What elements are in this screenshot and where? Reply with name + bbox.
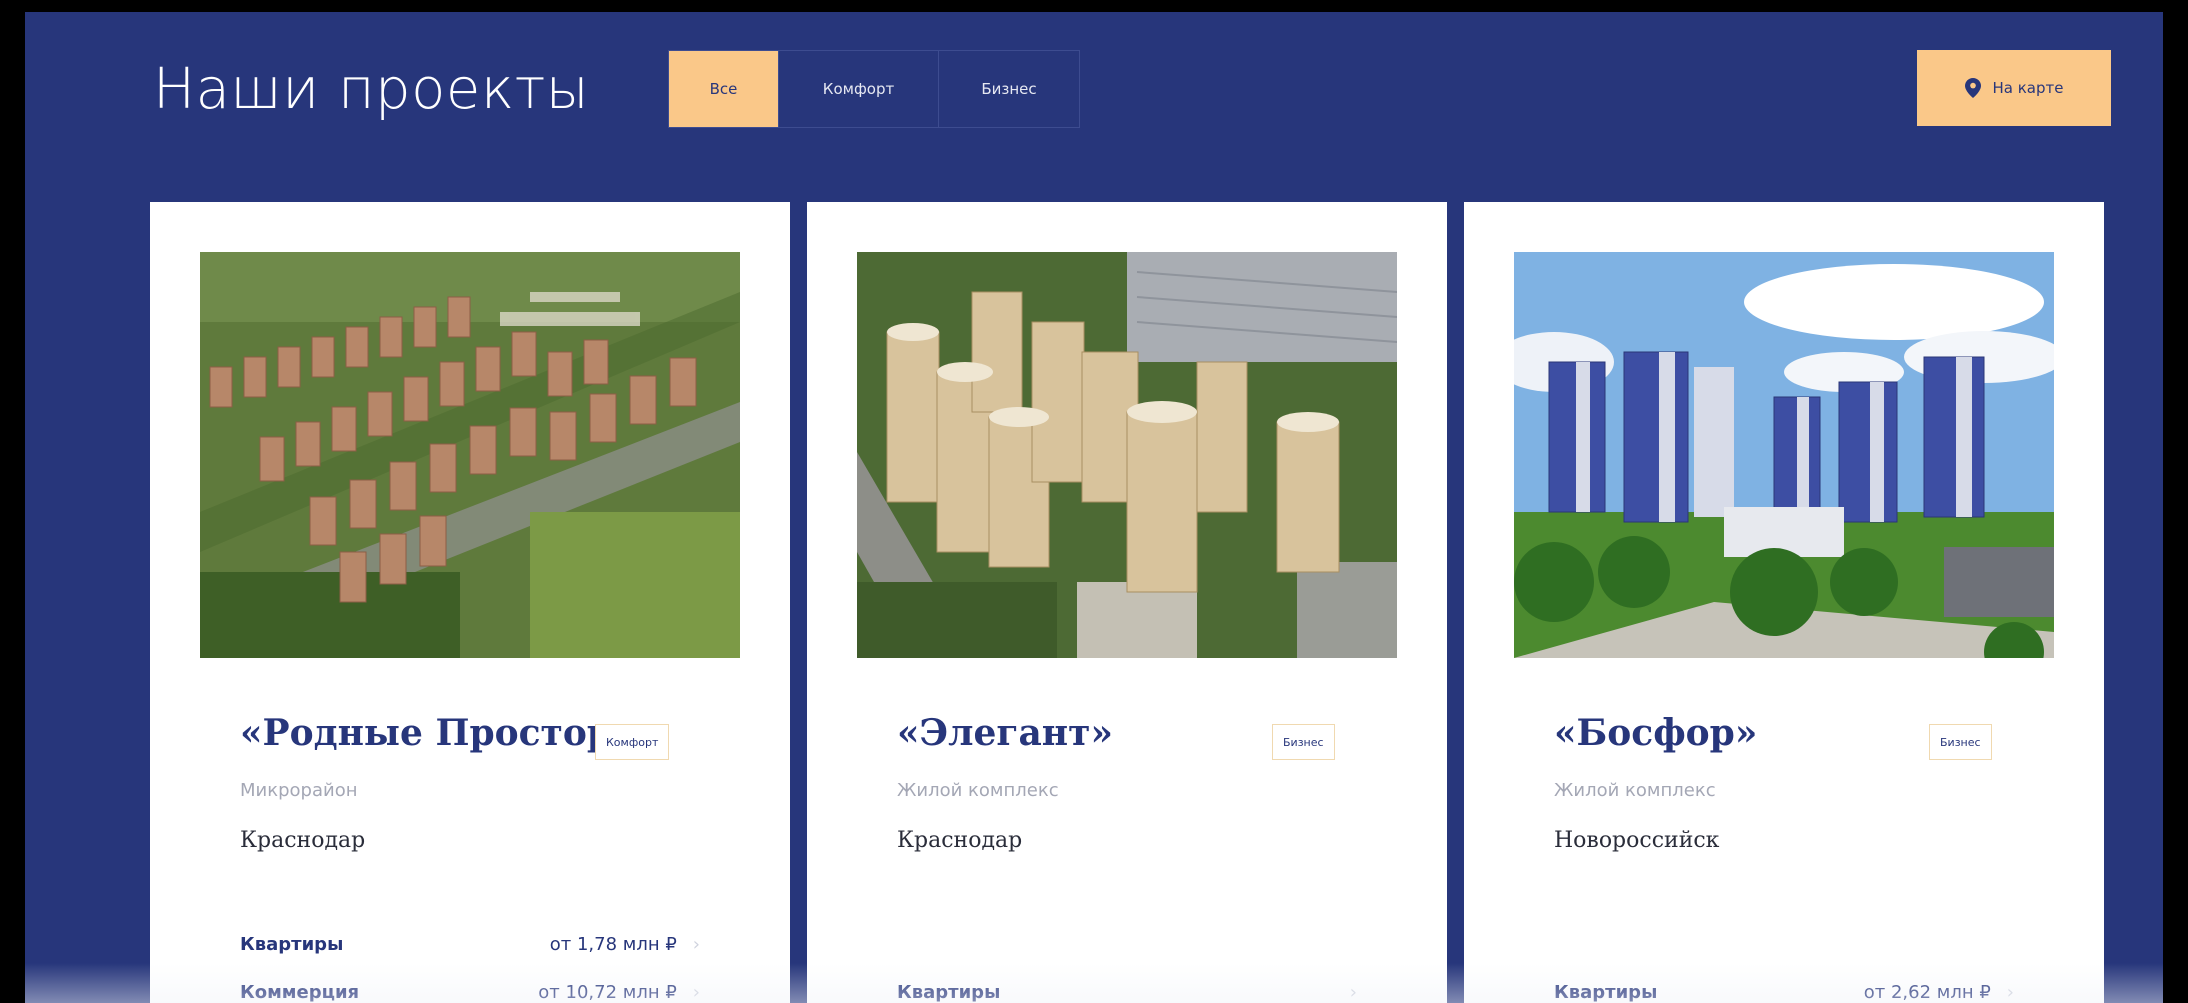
filter-tabs: Все Комфорт Бизнес bbox=[668, 50, 1080, 128]
project-city: Краснодар bbox=[897, 828, 1023, 853]
offer-row-apartments[interactable]: Квартиры › bbox=[897, 976, 1357, 1003]
tab-comfort[interactable]: Комфорт bbox=[779, 51, 939, 127]
chevron-right-icon: › bbox=[1349, 981, 1357, 1003]
project-image[interactable] bbox=[1514, 252, 2054, 658]
offer-price: от 10,72 млн ₽ bbox=[538, 981, 677, 1003]
project-image[interactable] bbox=[857, 252, 1397, 658]
project-type: Жилой комплекс bbox=[897, 780, 1059, 801]
tab-all[interactable]: Все bbox=[669, 51, 779, 127]
project-image[interactable] bbox=[200, 252, 740, 658]
category-badge: Бизнес bbox=[1272, 724, 1335, 760]
project-title[interactable]: «Элегант» bbox=[897, 712, 1113, 755]
project-type: Жилой комплекс bbox=[1554, 780, 1716, 801]
project-city: Новороссийск bbox=[1554, 828, 1720, 853]
category-badge: Бизнес bbox=[1929, 724, 1992, 760]
tab-business[interactable]: Бизнес bbox=[939, 51, 1079, 127]
chevron-right-icon: › bbox=[692, 933, 700, 955]
project-card-rodnye-prostory[interactable]: «Родные Просторы» Комфорт Микрорайон Кра… bbox=[150, 202, 790, 1003]
page-title: Наши проекты bbox=[153, 57, 590, 122]
category-badge: Комфорт bbox=[595, 724, 670, 760]
offer-label: Квартиры bbox=[897, 981, 1001, 1003]
offer-row-apartments[interactable]: Квартиры от 2,62 млн ₽ › bbox=[1554, 976, 2014, 1003]
project-title[interactable]: «Босфор» bbox=[1554, 712, 1757, 755]
chevron-right-icon: › bbox=[2006, 981, 2014, 1003]
chevron-right-icon: › bbox=[692, 981, 700, 1003]
offer-label: Коммерция bbox=[240, 981, 360, 1003]
project-type: Микрорайон bbox=[240, 780, 358, 801]
map-pin-icon bbox=[1964, 78, 1981, 98]
offer-price: от 1,78 млн ₽ bbox=[549, 933, 677, 955]
project-card-elegant[interactable]: «Элегант» Бизнес Жилой комплекс Краснода… bbox=[807, 202, 1447, 1003]
project-city: Краснодар bbox=[240, 828, 366, 853]
offer-price: от 2,62 млн ₽ bbox=[1863, 981, 1991, 1003]
offer-row-commercial[interactable]: Коммерция от 10,72 млн ₽ › bbox=[240, 976, 700, 1003]
offer-label: Квартиры bbox=[1554, 981, 1658, 1003]
project-card-bosfor[interactable]: «Босфор» Бизнес Жилой комплекс Новоросси… bbox=[1464, 202, 2104, 1003]
map-button-label: На карте bbox=[1992, 79, 2064, 97]
map-button[interactable]: На карте bbox=[1917, 50, 2111, 126]
offer-row-apartments[interactable]: Квартиры от 1,78 млн ₽ › bbox=[240, 928, 700, 960]
offer-label: Квартиры bbox=[240, 933, 344, 955]
projects-section: Наши проекты Все Комфорт Бизнес На карте bbox=[25, 12, 2163, 1003]
